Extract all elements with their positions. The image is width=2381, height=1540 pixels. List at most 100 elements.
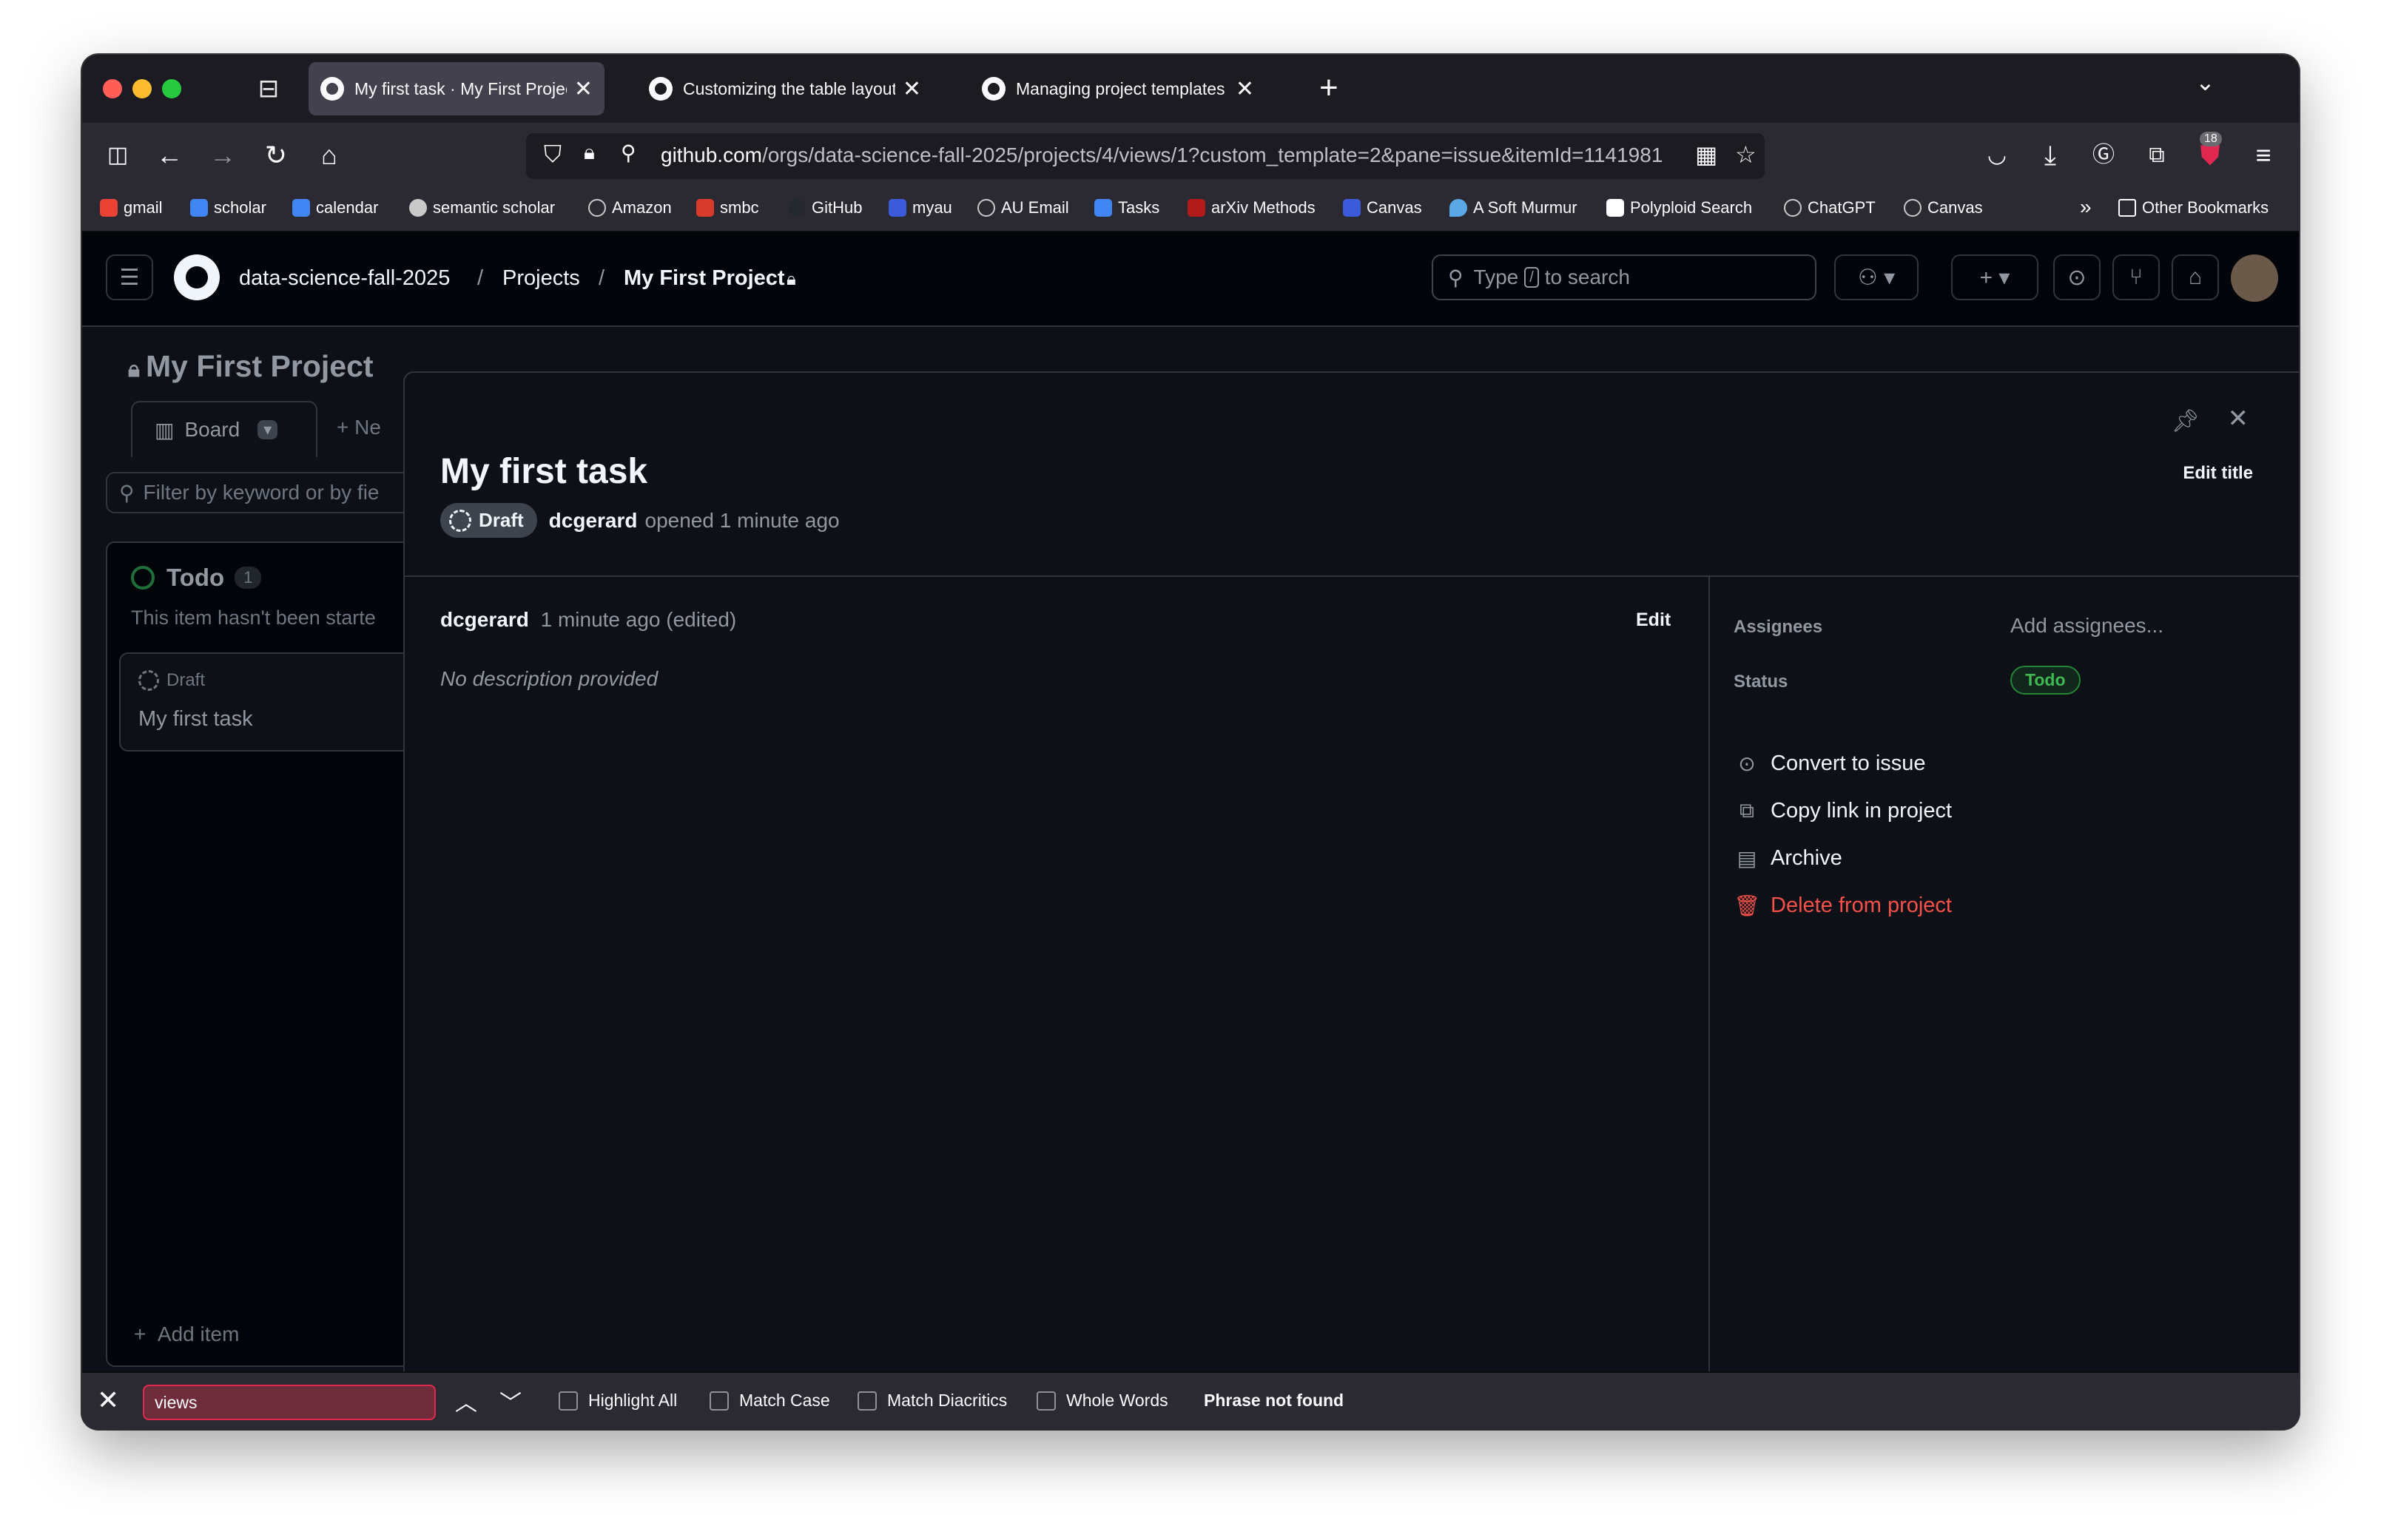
find-previous-icon[interactable]: ︿ bbox=[455, 1385, 477, 1417]
tab-label: My first task · My First Project bbox=[354, 78, 567, 98]
close-find-bar-icon[interactable]: ✕ bbox=[97, 1385, 119, 1416]
bookmark-calendar[interactable]: calendar bbox=[292, 198, 378, 217]
avatar[interactable] bbox=[2231, 254, 2278, 302]
bookmark-gmail[interactable]: gmail bbox=[100, 198, 163, 217]
project-title: 🔒︎ My First Project bbox=[128, 349, 374, 383]
bookmark-github[interactable]: GitHub bbox=[788, 198, 862, 217]
pin-icon[interactable]: 📌︎ bbox=[2172, 408, 2200, 434]
status-badge[interactable]: Todo bbox=[2010, 666, 2081, 695]
lock-icon: 🔒︎ bbox=[787, 269, 796, 289]
bookmark-arxiv-methods[interactable]: arXiv Methods bbox=[1188, 198, 1316, 217]
highlight-all-checkbox[interactable]: Highlight All bbox=[559, 1391, 677, 1411]
bookmark-au-email[interactable]: AU Email bbox=[977, 198, 1069, 217]
match-diacritics-checkbox[interactable]: Match Diacritics bbox=[858, 1391, 1007, 1411]
bookmark-canvas[interactable]: Canvas bbox=[1343, 198, 1422, 217]
archive-button[interactable]: ▤ Archive bbox=[1734, 846, 1842, 871]
other-bookmarks[interactable]: Other Bookmarks bbox=[2118, 198, 2269, 217]
checkbox-icon[interactable] bbox=[559, 1391, 578, 1411]
bookmark-polyploid-search[interactable]: Polyploid Search bbox=[1606, 198, 1752, 217]
checkbox-icon[interactable] bbox=[710, 1391, 729, 1411]
shield-icon[interactable]: ⛉ bbox=[544, 141, 562, 169]
url-text[interactable]: github.com/orgs/data-science-fall-2025/p… bbox=[661, 143, 1682, 167]
back-icon[interactable]: ← bbox=[152, 138, 187, 173]
bookmark-scholar[interactable]: scholar bbox=[190, 198, 266, 217]
bookmark-smbc[interactable]: smbc bbox=[696, 198, 759, 217]
copilot-button[interactable]: ⚇ ▾ bbox=[1834, 254, 1919, 300]
whole-words-checkbox[interactable]: Whole Words bbox=[1037, 1391, 1168, 1411]
tab-managing-templates[interactable]: Managing project templates in y ✕ bbox=[970, 62, 1266, 115]
bookmark-canvas-2[interactable]: Canvas bbox=[1904, 198, 1983, 217]
pocket-icon[interactable]: ◡ bbox=[1979, 138, 2015, 173]
reload-icon[interactable]: ↻ bbox=[258, 138, 294, 173]
bookmark-tasks[interactable]: Tasks bbox=[1094, 198, 1159, 217]
card-title[interactable]: My first task bbox=[138, 707, 253, 732]
add-item-button[interactable]: + Add item bbox=[134, 1323, 239, 1346]
maximize-window-button[interactable] bbox=[162, 79, 181, 98]
checkbox-icon[interactable] bbox=[1037, 1391, 1056, 1411]
bookmark-a-soft-murmur[interactable]: A Soft Murmur bbox=[1449, 198, 1577, 217]
bookmark-amazon[interactable]: Amazon bbox=[588, 198, 672, 217]
minimize-window-button[interactable] bbox=[132, 79, 152, 98]
breadcrumb-projects[interactable]: Projects bbox=[502, 266, 580, 291]
grammarly-icon[interactable]: Ⓖ bbox=[2086, 138, 2121, 173]
hamburger-menu-button[interactable]: ☰ bbox=[106, 254, 153, 300]
board-card[interactable]: Draft My first task bbox=[119, 652, 430, 752]
column-description: This item hasn't been starte bbox=[131, 607, 376, 629]
edit-comment-button[interactable]: Edit bbox=[1636, 609, 1671, 631]
new-view-button[interactable]: + Ne bbox=[337, 416, 381, 439]
inbox-icon[interactable]: ⌂ bbox=[2172, 254, 2219, 300]
home-icon[interactable]: ⌂ bbox=[311, 138, 347, 173]
forward-icon[interactable]: → bbox=[205, 138, 240, 173]
bookmark-myau[interactable]: myau bbox=[889, 198, 952, 217]
delete-from-project-button[interactable]: 🗑︎ Delete from project bbox=[1734, 894, 1952, 918]
view-tab-board[interactable]: ▥ Board ▾ bbox=[131, 401, 317, 457]
sidebar-toggle-icon[interactable]: ◫ bbox=[100, 138, 135, 173]
more-bookmarks-icon[interactable]: » bbox=[2080, 195, 2092, 219]
status-circle-icon bbox=[131, 566, 155, 590]
extensions-icon[interactable]: ⧉ bbox=[2139, 138, 2175, 173]
new-tab-button[interactable]: + bbox=[1319, 70, 1338, 107]
list-all-tabs-icon[interactable]: ⌄ bbox=[2195, 68, 2215, 96]
close-window-button[interactable] bbox=[103, 79, 122, 98]
issues-icon[interactable]: ⊙ bbox=[2053, 254, 2101, 300]
bookmark-chatgpt[interactable]: ChatGPT bbox=[1784, 198, 1876, 217]
checkbox-icon[interactable] bbox=[858, 1391, 877, 1411]
breadcrumb-project[interactable]: My First Project bbox=[624, 266, 785, 291]
tab-groups-icon[interactable]: ⊟ bbox=[254, 74, 283, 104]
bookmark-star-icon[interactable]: ☆ bbox=[1735, 141, 1757, 169]
permissions-icon[interactable]: ⚲ bbox=[621, 141, 636, 165]
author-link[interactable]: dcgerard bbox=[549, 509, 638, 533]
match-case-checkbox[interactable]: Match Case bbox=[710, 1391, 830, 1411]
add-assignees-button[interactable]: Add assignees... bbox=[2010, 614, 2163, 638]
edit-title-button[interactable]: Edit title bbox=[2183, 463, 2253, 484]
breadcrumb-org[interactable]: data-science-fall-2025 bbox=[239, 266, 450, 291]
create-new-button[interactable]: + ▾ bbox=[1951, 254, 2038, 300]
convert-to-issue-button[interactable]: ⊙ Convert to issue bbox=[1734, 752, 1925, 776]
board-column-todo: Todo 1 This item hasn't been starte Draf… bbox=[106, 541, 430, 1367]
github-logo-icon[interactable] bbox=[174, 254, 220, 300]
tab-my-first-task[interactable]: My first task · My First Project ✕ bbox=[309, 62, 604, 115]
tab-customizing-table[interactable]: Customizing the table layout - G ✕ bbox=[637, 62, 933, 115]
copy-link-button[interactable]: ⧉ Copy link in project bbox=[1734, 799, 1952, 823]
address-bar[interactable]: ⛉ 🔒︎ ⚲ github.com/orgs/data-science-fall… bbox=[526, 133, 1765, 179]
pull-requests-icon[interactable]: ⑂ bbox=[2112, 254, 2160, 300]
lock-icon: 🔒︎ bbox=[128, 357, 140, 382]
bookmark-semantic-scholar[interactable]: semantic scholar bbox=[409, 198, 555, 217]
search-input[interactable]: ⚲ Type / to search bbox=[1432, 254, 1816, 300]
comment-author[interactable]: dcgerard bbox=[440, 608, 529, 631]
close-tab-icon[interactable]: ✕ bbox=[1236, 76, 1254, 102]
filter-input[interactable]: ⚲ Filter by keyword or by fie bbox=[106, 472, 417, 513]
close-tab-icon[interactable]: ✕ bbox=[574, 76, 593, 102]
close-tab-icon[interactable]: ✕ bbox=[903, 76, 921, 102]
calendar-icon bbox=[292, 199, 310, 217]
qr-code-icon[interactable]: ▦ bbox=[1695, 141, 1717, 169]
find-next-icon[interactable]: ﹀ bbox=[499, 1385, 522, 1417]
copy-icon: ⧉ bbox=[1740, 799, 1754, 822]
draft-icon bbox=[449, 509, 471, 532]
close-panel-icon[interactable]: ✕ bbox=[2228, 404, 2249, 433]
find-input[interactable]: views bbox=[143, 1385, 436, 1420]
downloads-icon[interactable]: ⤓ bbox=[2033, 138, 2068, 173]
view-options-icon[interactable]: ▾ bbox=[257, 420, 278, 439]
menu-icon[interactable]: ≡ bbox=[2246, 138, 2281, 173]
lock-icon[interactable]: 🔒︎ bbox=[584, 141, 595, 165]
